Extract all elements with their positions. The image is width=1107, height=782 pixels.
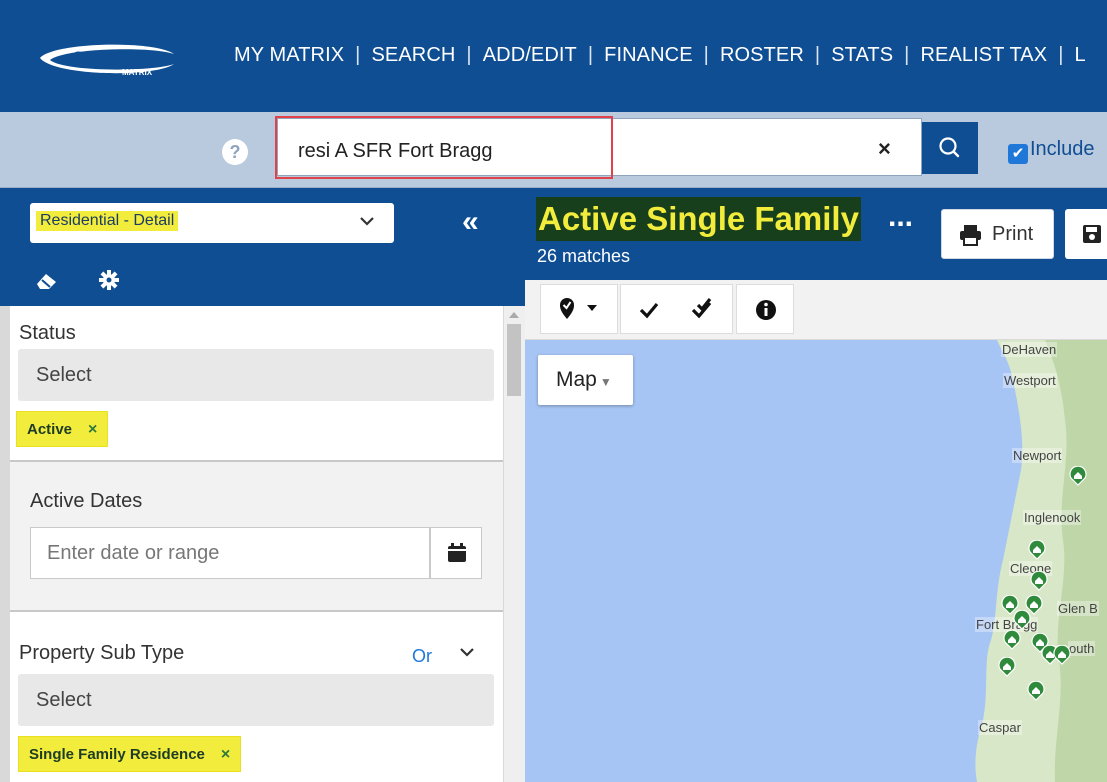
listing-marker-icon[interactable] xyxy=(997,657,1017,677)
crmls-matrix-logo[interactable]: CRMLS MATRIX xyxy=(34,38,184,78)
map-type-label: Map xyxy=(556,368,597,391)
checkbox-checked-icon: ✔ xyxy=(1008,144,1028,164)
scrollbar-thumb[interactable] xyxy=(507,324,521,396)
results-count: 26 matches xyxy=(537,246,631,266)
chip-label: Single Family Residence xyxy=(29,746,205,763)
nav-stats[interactable]: STATS xyxy=(831,44,893,66)
nav-realist-tax[interactable]: REALIST TAX xyxy=(920,44,1047,66)
listing-marker-icon[interactable] xyxy=(1002,630,1022,650)
print-label: Print xyxy=(992,223,1034,245)
status-select[interactable]: Select xyxy=(18,349,494,401)
map-place-label: Caspar xyxy=(978,720,1022,735)
help-icon-glyph: ? xyxy=(229,142,241,162)
active-dates-input[interactable]: Enter date or range xyxy=(30,527,430,579)
nav-separator: | xyxy=(703,44,709,66)
print-button[interactable]: Print xyxy=(941,209,1054,259)
nav-separator: | xyxy=(466,44,472,66)
save-icon xyxy=(1083,225,1101,243)
caret-down-icon: ▼ xyxy=(599,375,612,389)
listing-marker-icon[interactable] xyxy=(1068,466,1088,486)
section-divider xyxy=(10,610,503,612)
map-place-label: Westport xyxy=(1003,373,1057,388)
main-menu: MY MATRIX | SEARCH | ADD/EDIT | FINANCE | ROSTER… xyxy=(234,44,1086,67)
or-toggle[interactable]: Or xyxy=(412,646,432,667)
gear-icon[interactable] xyxy=(97,268,121,292)
map-place-label: outh xyxy=(1068,641,1096,656)
search-button[interactable] xyxy=(922,122,978,174)
printer-icon xyxy=(960,225,981,246)
nav-separator: | xyxy=(1058,44,1064,66)
eraser-icon[interactable] xyxy=(34,270,60,292)
calendar-button[interactable] xyxy=(430,527,482,579)
map-type-dropdown[interactable]: Map ▼ xyxy=(538,355,633,405)
nav-roster[interactable]: ROSTER xyxy=(720,44,804,66)
map-place-label: DeHaven xyxy=(1001,342,1058,357)
listing-marker-icon[interactable] xyxy=(1012,610,1032,630)
nav-separator: | xyxy=(904,44,910,66)
check-actions-button[interactable] xyxy=(620,284,733,334)
nav-overflow-item[interactable]: L xyxy=(1074,44,1085,66)
nav-add-edit[interactable]: ADD/EDIT xyxy=(483,44,577,66)
map-place-label: Glen B xyxy=(1057,601,1099,616)
clear-search-icon[interactable]: × xyxy=(878,136,891,162)
map-pin-menu-button[interactable] xyxy=(540,284,618,334)
include-label: Include xyxy=(1030,138,1095,160)
status-chip-active: Active × xyxy=(16,411,109,447)
search-highlight-box xyxy=(275,116,613,179)
chevron-down-icon[interactable] xyxy=(458,643,478,663)
sub-type-chip-sfr: Single Family Residence × xyxy=(18,736,242,772)
map-pin-check-icon xyxy=(560,298,597,319)
listing-marker-icon[interactable] xyxy=(1052,645,1072,665)
info-icon xyxy=(756,300,776,320)
save-search-button[interactable] xyxy=(1065,209,1107,259)
results-title-ellipsis: ... xyxy=(888,200,914,233)
nav-separator: | xyxy=(355,44,361,66)
scroll-up-arrow-icon[interactable] xyxy=(508,310,520,320)
collapse-panel-icon[interactable]: « xyxy=(462,205,479,239)
remove-chip-icon[interactable]: × xyxy=(88,421,97,438)
check-icon xyxy=(639,298,712,319)
search-icon xyxy=(939,137,960,158)
active-dates-label: Active Dates xyxy=(30,490,143,512)
map-place-label: Newport xyxy=(1012,448,1063,463)
help-icon[interactable]: ? xyxy=(222,139,248,165)
logo-subtext: MATRIX xyxy=(122,68,153,77)
listing-marker-icon[interactable] xyxy=(1029,571,1049,591)
nav-my-matrix[interactable]: MY MATRIX xyxy=(234,44,344,66)
info-button[interactable] xyxy=(736,284,794,334)
property-sub-type-label: Property Sub Type xyxy=(19,642,185,664)
nav-search[interactable]: SEARCH xyxy=(371,44,455,66)
remove-chip-icon[interactable]: × xyxy=(221,746,230,763)
include-checkbox[interactable]: ✔ Include xyxy=(1008,138,1095,164)
results-title: Active Single Family xyxy=(536,197,861,241)
nav-finance[interactable]: FINANCE xyxy=(604,44,692,66)
chip-label: Active xyxy=(27,421,73,438)
logo-text: CRMLS xyxy=(72,48,132,67)
map-place-label: Inglenook xyxy=(1023,510,1082,525)
calendar-icon xyxy=(448,543,466,562)
nav-separator: | xyxy=(814,44,821,66)
status-label: Status xyxy=(19,322,76,344)
chevron-down-icon xyxy=(360,217,374,226)
nav-separator: | xyxy=(587,44,594,66)
property-sub-type-select[interactable]: Select xyxy=(18,674,494,726)
listing-marker-icon[interactable] xyxy=(1026,681,1046,701)
listing-marker-icon[interactable] xyxy=(1027,540,1047,560)
view-dropdown-value: Residential - Detail xyxy=(36,211,179,231)
